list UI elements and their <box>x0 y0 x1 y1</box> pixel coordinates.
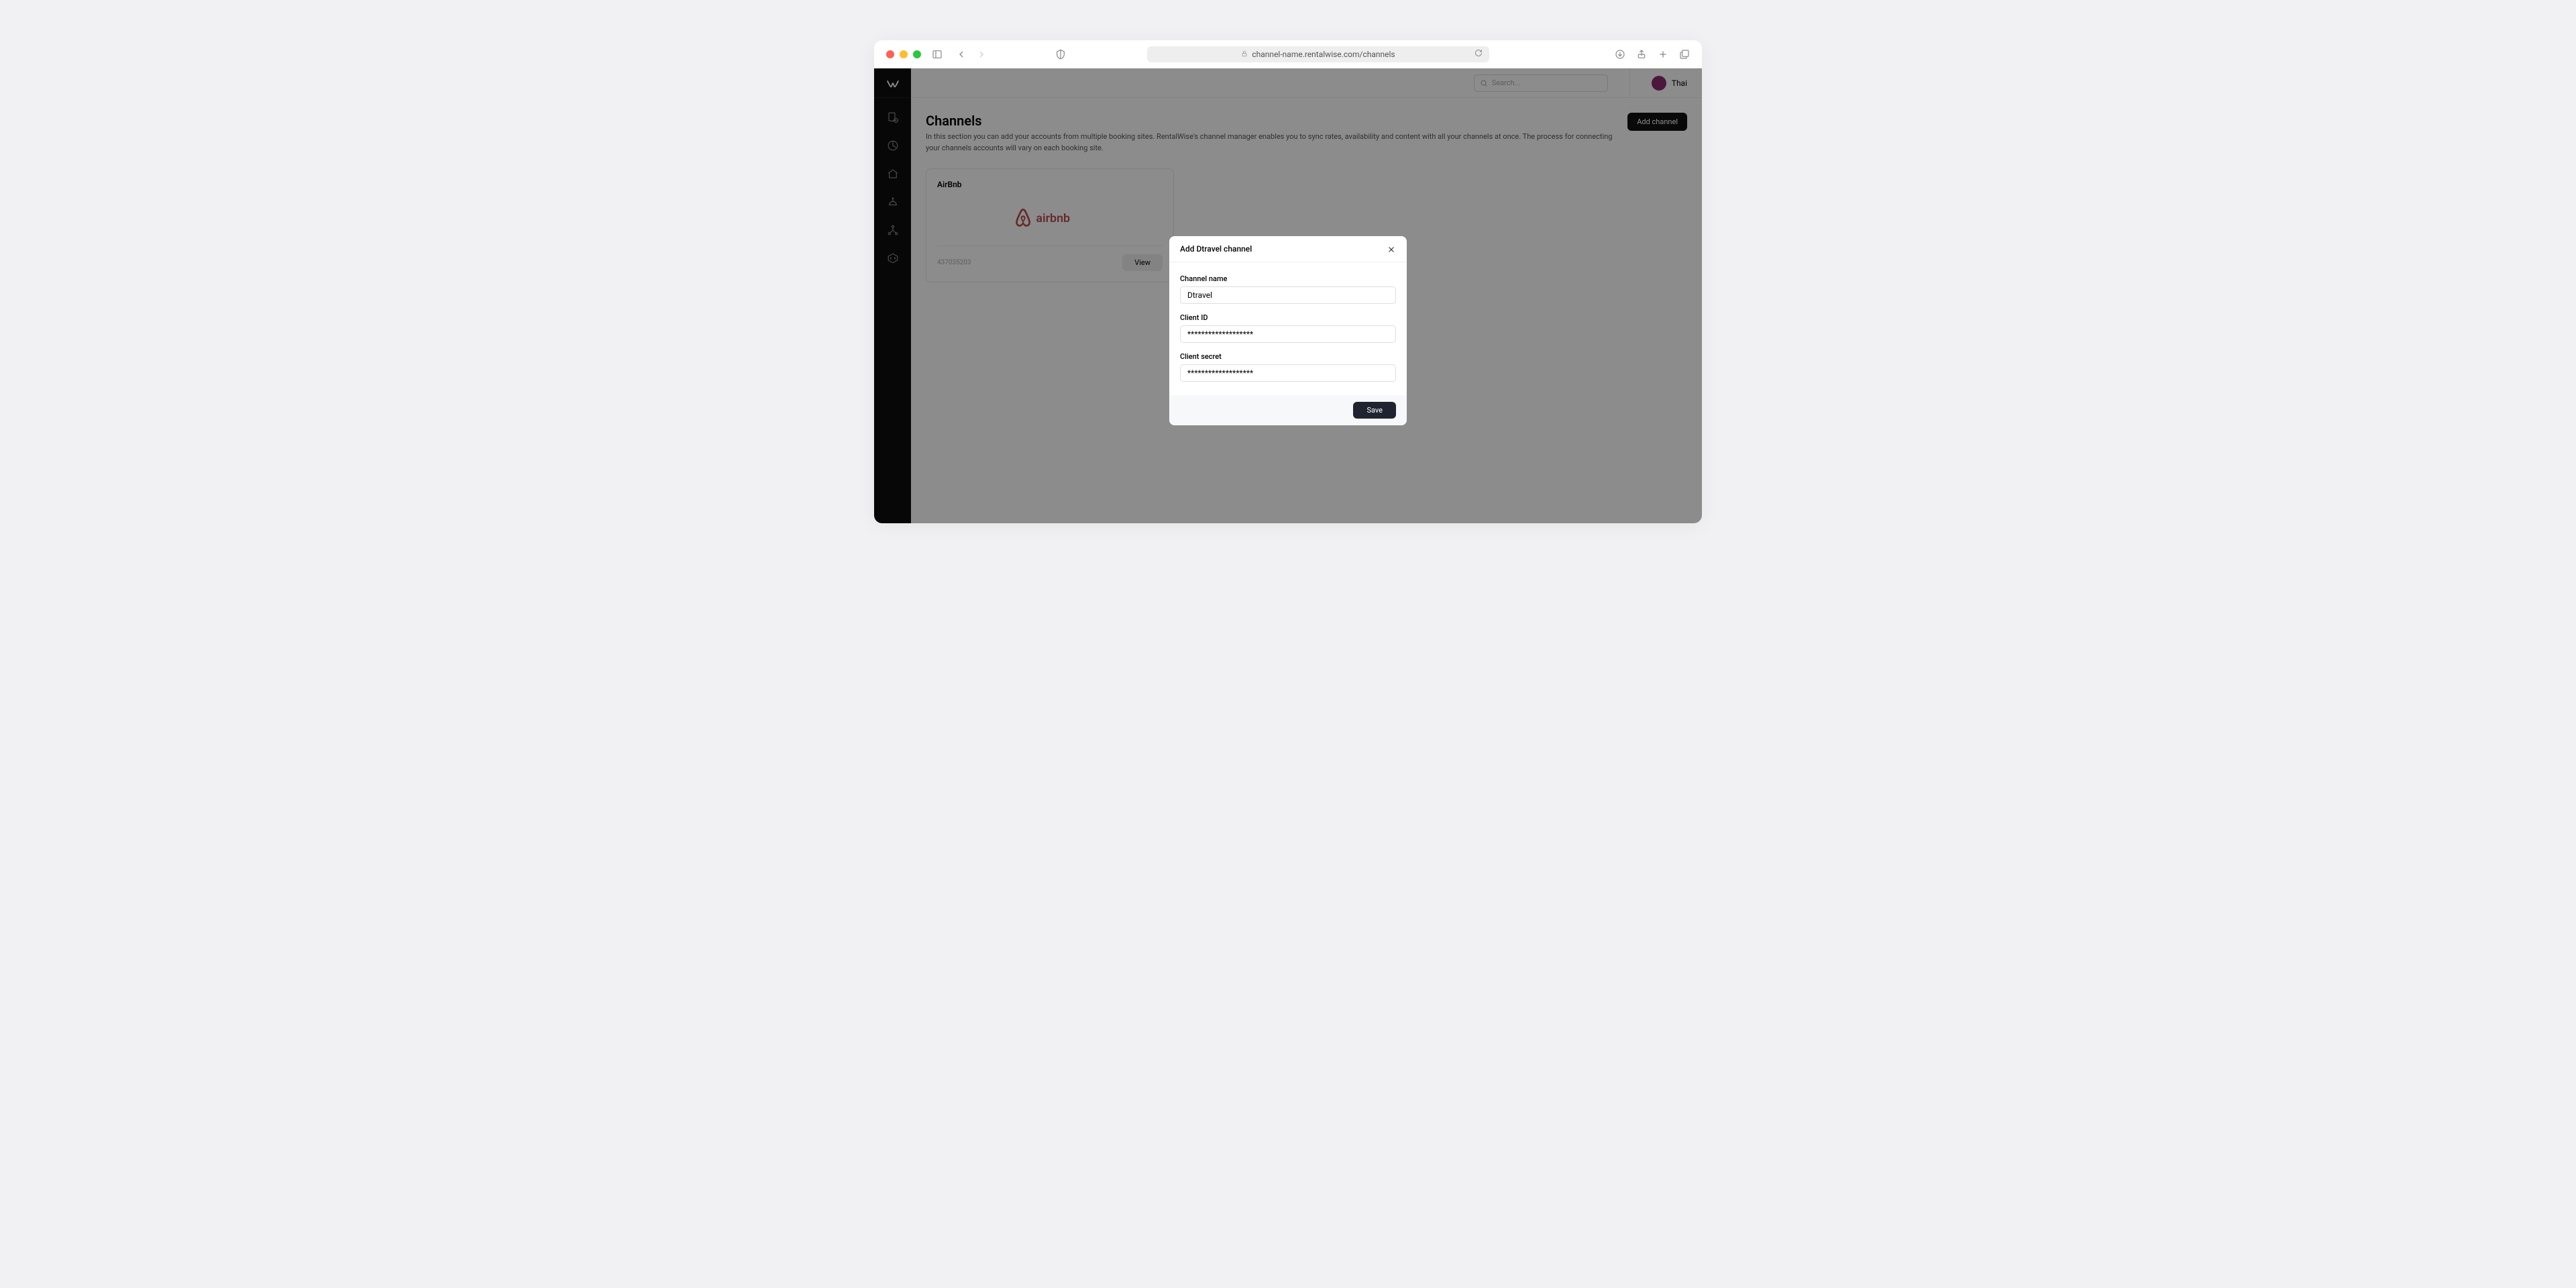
download-icon[interactable] <box>1615 49 1625 60</box>
back-icon[interactable] <box>956 49 967 60</box>
window-close[interactable] <box>886 50 894 58</box>
window-minimize[interactable] <box>900 50 908 58</box>
channel-name-label: Channel name <box>1180 274 1396 283</box>
forward-icon[interactable] <box>976 49 987 60</box>
reload-icon[interactable] <box>1474 49 1483 59</box>
tabs-icon[interactable] <box>1679 49 1690 60</box>
channel-name-input[interactable] <box>1180 286 1396 304</box>
client-id-label: Client ID <box>1180 313 1396 322</box>
client-secret-input[interactable] <box>1180 364 1396 382</box>
save-button[interactable]: Save <box>1353 402 1396 419</box>
close-icon[interactable] <box>1387 244 1396 254</box>
shield-icon[interactable] <box>1055 49 1066 60</box>
browser-window: channel-name.rentalwise.com/channels <box>874 40 1702 523</box>
sidebar-toggle-icon[interactable] <box>932 49 943 60</box>
browser-chrome: channel-name.rentalwise.com/channels <box>874 40 1702 68</box>
client-id-input[interactable] <box>1180 325 1396 343</box>
url-bar[interactable]: channel-name.rentalwise.com/channels <box>1147 46 1489 62</box>
share-icon[interactable] <box>1636 49 1647 60</box>
url-text: channel-name.rentalwise.com/channels <box>1252 50 1395 59</box>
add-channel-modal: Add Dtravel channel Channel name Client … <box>1169 236 1407 425</box>
new-tab-icon[interactable] <box>1658 49 1668 60</box>
modal-overlay[interactable]: Add Dtravel channel Channel name Client … <box>874 68 1702 523</box>
modal-title: Add Dtravel channel <box>1180 244 1252 254</box>
traffic-lights <box>886 50 921 58</box>
lock-icon <box>1241 50 1248 59</box>
client-secret-label: Client secret <box>1180 352 1396 361</box>
window-maximize[interactable] <box>913 50 921 58</box>
